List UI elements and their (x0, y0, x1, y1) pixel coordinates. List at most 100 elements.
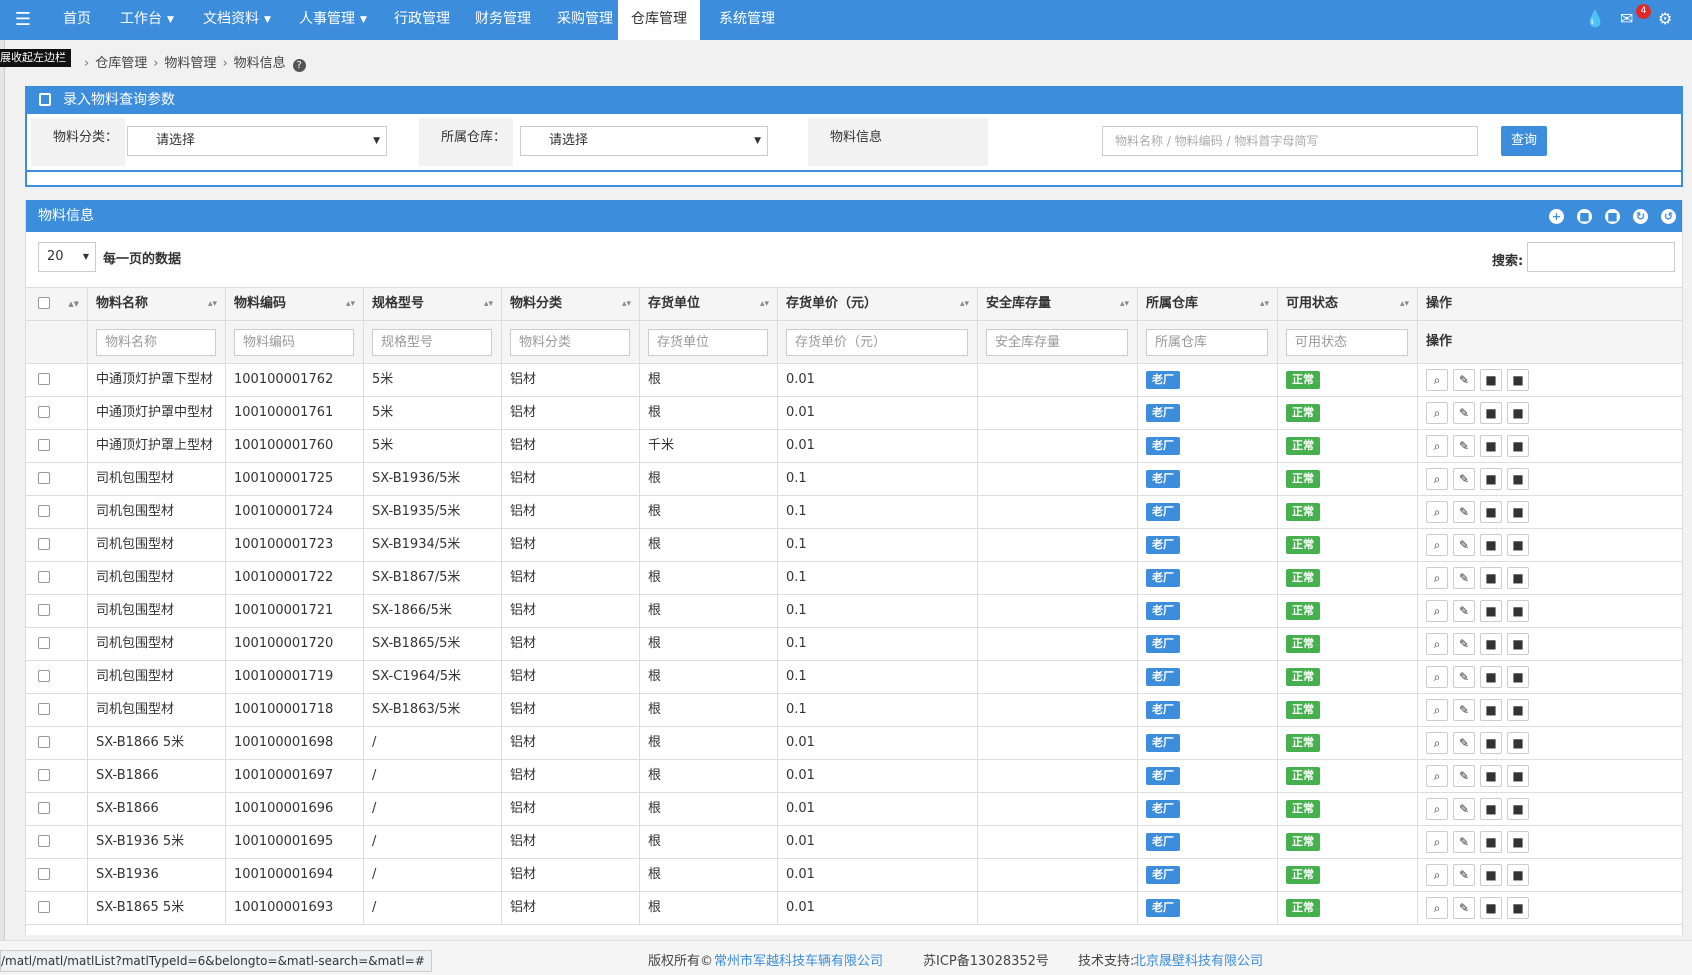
row-checkbox[interactable] (38, 406, 50, 418)
edit-icon[interactable]: ✎ (1453, 467, 1475, 490)
column-header-actions[interactable]: 操作 ▴▾ (1418, 288, 1452, 320)
row-checkbox[interactable] (38, 835, 50, 847)
column-header-spec[interactable]: 规格型号 ▴▾ (364, 288, 502, 320)
edit-icon[interactable]: ✎ (1453, 731, 1475, 754)
plus-circle-icon[interactable]: + (1549, 209, 1564, 224)
search-icon[interactable]: ⌕ (1426, 533, 1448, 556)
column-header-code[interactable]: 物料编码 ▴▾ (226, 288, 364, 320)
nav-item-home[interactable]: 首页 (54, 0, 100, 40)
refresh-icon[interactable]: ↻ (1633, 209, 1648, 224)
reload-icon[interactable]: ↺ (1661, 209, 1676, 224)
query-button[interactable]: 查询 (1501, 126, 1547, 156)
edit-icon[interactable]: ✎ (1453, 698, 1475, 721)
search-icon[interactable]: ⌕ (1426, 665, 1448, 688)
lock-icon[interactable]: ■ (1480, 368, 1502, 391)
row-checkbox[interactable] (38, 769, 50, 781)
edit-icon[interactable]: ✎ (1453, 500, 1475, 523)
nav-item-system[interactable]: 系统管理 (712, 0, 782, 40)
search-icon[interactable]: ⌕ (1426, 896, 1448, 919)
lock-icon[interactable]: ■ (1507, 467, 1529, 490)
nav-item-hr[interactable]: 人事管理 ▼ (290, 0, 376, 40)
column-header-unit[interactable]: 存货单位 ▴▾ (640, 288, 778, 320)
column-header-category[interactable]: 物料分类 ▴▾ (502, 288, 640, 320)
lock-icon[interactable]: ■ (1480, 467, 1502, 490)
lock-icon[interactable]: ■ (1480, 797, 1502, 820)
lock-icon[interactable]: ■ (1507, 896, 1529, 919)
search-icon[interactable]: ⌕ (1426, 830, 1448, 853)
row-checkbox[interactable] (38, 505, 50, 517)
lock-icon[interactable]: ■ (1480, 764, 1502, 787)
edit-icon[interactable]: ✎ (1453, 764, 1475, 787)
filter-input-status[interactable]: 可用状态 (1286, 329, 1408, 356)
lock-icon[interactable]: ■ (1507, 401, 1529, 424)
left-sidebar-collapsed[interactable] (0, 40, 5, 940)
search-icon[interactable]: ⌕ (1426, 797, 1448, 820)
search-icon[interactable]: ⌕ (1426, 401, 1448, 424)
drop-icon[interactable]: 💧 (1585, 0, 1605, 40)
search-icon[interactable]: ⌕ (1426, 434, 1448, 457)
breadcrumb-item-material-mgmt[interactable]: 物料管理 (164, 56, 216, 71)
search-icon[interactable]: ⌕ (1426, 698, 1448, 721)
search-icon[interactable]: ⌕ (1426, 731, 1448, 754)
lock-icon[interactable]: ■ (1507, 434, 1529, 457)
lock-icon[interactable]: ■ (1480, 500, 1502, 523)
filter-input-name[interactable]: 物料名称 (96, 329, 216, 356)
nav-item-workbench[interactable]: 工作台 ▼ (111, 0, 183, 40)
lock-icon[interactable]: ■ (1605, 209, 1620, 224)
nav-item-warehouse[interactable]: 仓库管理 (618, 0, 700, 40)
lock-icon[interactable]: ■ (1507, 566, 1529, 589)
search-icon[interactable]: ⌕ (1426, 566, 1448, 589)
category-select[interactable]: 请选择 ▼ (127, 126, 387, 156)
nav-item-purchase[interactable]: 采购管理 (549, 0, 621, 40)
lock-icon[interactable]: ■ (1480, 830, 1502, 853)
filter-input-unit[interactable]: 存货单位 (648, 329, 768, 356)
lock-icon[interactable]: ■ (1480, 566, 1502, 589)
menu-icon[interactable]: ☰ (0, 0, 46, 40)
lock-icon[interactable]: ■ (1507, 500, 1529, 523)
filter-input-safety-stock[interactable]: 安全库存量 (986, 329, 1128, 356)
lock-icon[interactable]: ■ (1507, 665, 1529, 688)
search-icon[interactable]: ⌕ (1426, 500, 1448, 523)
lock-icon[interactable]: ■ (1507, 368, 1529, 391)
edit-icon[interactable]: ✎ (1453, 566, 1475, 589)
edit-icon[interactable]: ✎ (1453, 830, 1475, 853)
column-header-name[interactable]: 物料名称 ▴▾ (88, 288, 226, 320)
search-icon[interactable]: ⌕ (1426, 764, 1448, 787)
lock-icon[interactable]: ■ (1507, 797, 1529, 820)
sort-icon[interactable]: ▲▼ (68, 288, 79, 320)
edit-icon[interactable]: ✎ (1453, 533, 1475, 556)
column-header-status[interactable]: 可用状态 ▴▾ (1278, 288, 1418, 320)
filter-input-spec[interactable]: 规格型号 (372, 329, 492, 356)
row-checkbox[interactable] (38, 901, 50, 913)
row-checkbox[interactable] (38, 670, 50, 682)
nav-item-finance[interactable]: 财务管理 (467, 0, 539, 40)
row-checkbox[interactable] (38, 571, 50, 583)
search-icon[interactable]: ⌕ (1426, 467, 1448, 490)
gear-icon[interactable]: ⚙ (1658, 0, 1672, 40)
lock-icon[interactable]: ■ (1507, 830, 1529, 853)
support-company-link[interactable]: 北京晟壁科技有限公司 (1133, 950, 1263, 969)
filter-input-price[interactable]: 存货单价（元） (786, 329, 968, 356)
edit-icon[interactable]: ✎ (1453, 401, 1475, 424)
lock-icon[interactable]: ■ (1507, 863, 1529, 886)
filter-input-category[interactable]: 物料分类 (510, 329, 630, 356)
lock-icon[interactable]: ■ (1507, 698, 1529, 721)
column-header-safety-stock[interactable]: 安全库存量 ▴▾ (978, 288, 1138, 320)
edit-icon[interactable]: ✎ (1453, 368, 1475, 391)
page-size-select[interactable]: 20 ▼ (38, 242, 96, 272)
nav-item-documents[interactable]: 文档资料 ▼ (194, 0, 280, 40)
row-checkbox[interactable] (38, 604, 50, 616)
column-header-price[interactable]: 存货单价（元） ▴▾ (778, 288, 978, 320)
lock-icon[interactable]: ■ (1480, 599, 1502, 622)
lock-icon[interactable]: ■ (1480, 401, 1502, 424)
row-checkbox[interactable] (38, 868, 50, 880)
question-circle-icon[interactable]: ? (292, 59, 306, 72)
lock-icon[interactable]: ■ (1480, 863, 1502, 886)
filter-input-code[interactable]: 物料编码 (234, 329, 354, 356)
lock-icon[interactable]: ■ (1480, 665, 1502, 688)
row-checkbox[interactable] (38, 637, 50, 649)
lock-icon[interactable]: ■ (1507, 764, 1529, 787)
material-info-input[interactable]: 物料名称 / 物料编码 / 物料首字母简写 (1102, 126, 1478, 156)
edit-icon[interactable]: ✎ (1453, 665, 1475, 688)
row-checkbox[interactable] (38, 802, 50, 814)
